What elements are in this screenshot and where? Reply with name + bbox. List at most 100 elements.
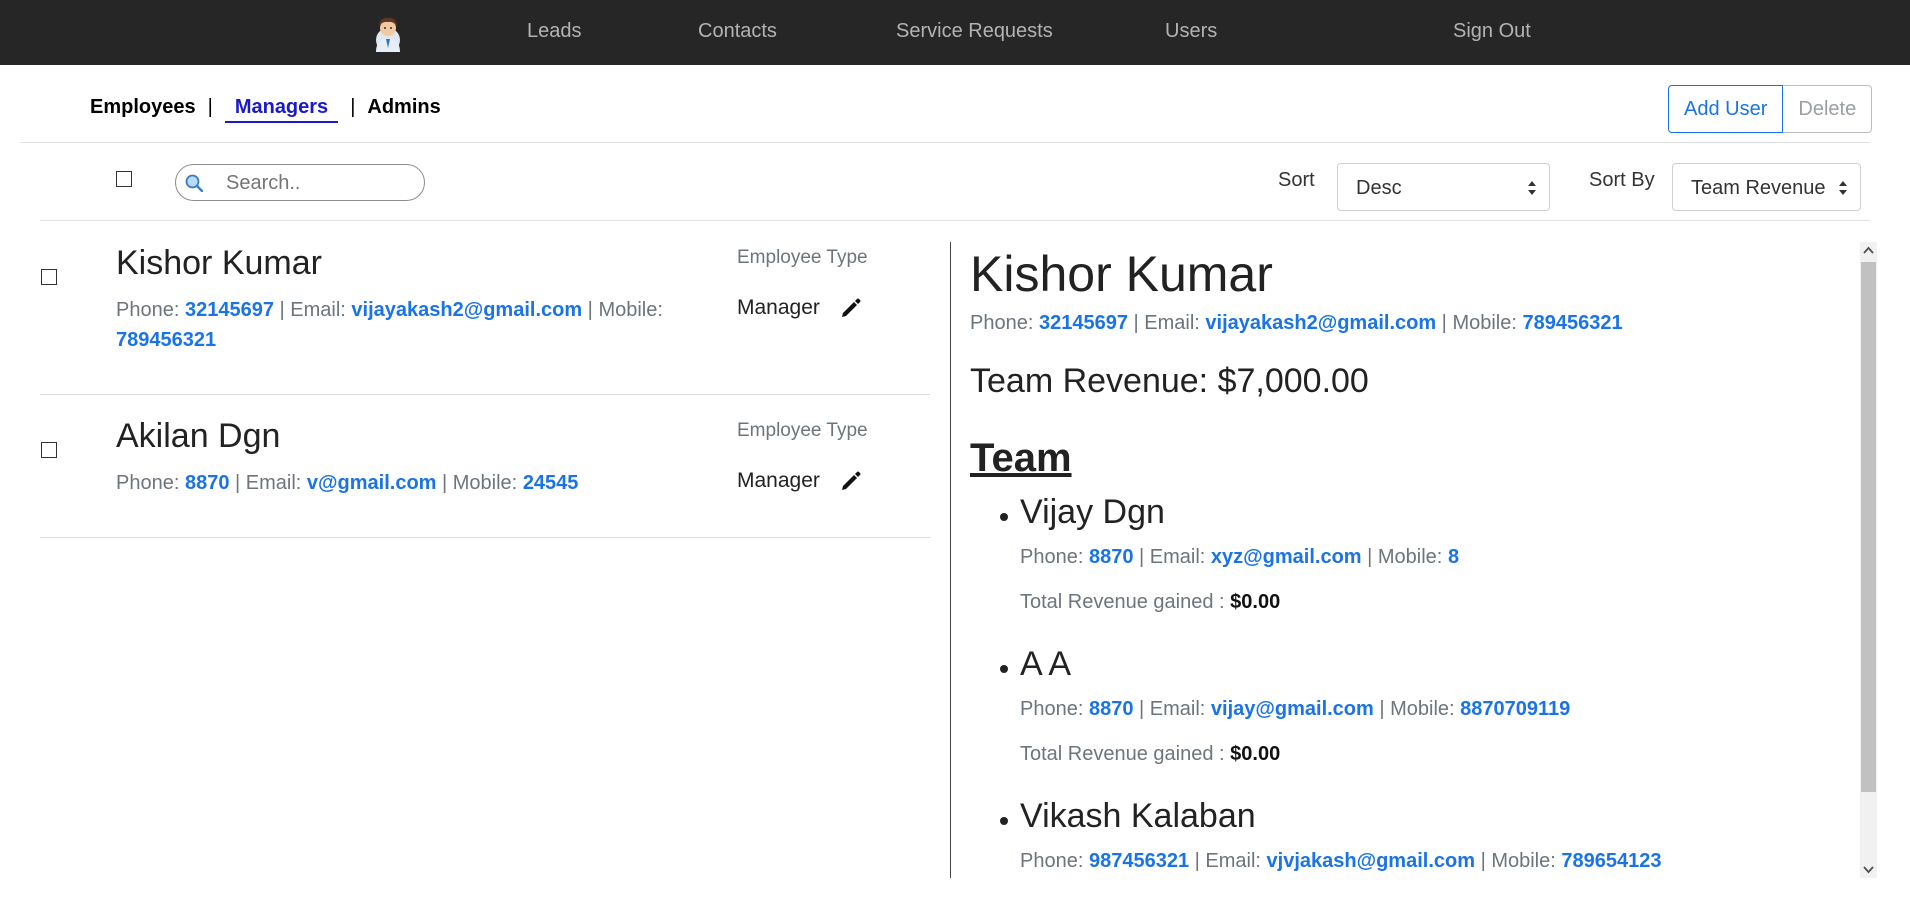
detail-name: Kishor Kumar	[970, 246, 1273, 302]
nav-contacts[interactable]: Contacts	[698, 20, 777, 43]
revenue-value: $0.00	[1230, 743, 1281, 765]
phone-label: Phone:	[1020, 850, 1084, 872]
revenue-value: $0.00	[1230, 591, 1281, 613]
email-label: Email:	[1144, 312, 1200, 334]
email-label: Email:	[245, 472, 302, 494]
list-item-name[interactable]: Akilan Dgn	[116, 417, 280, 456]
sort-by-select[interactable]: Team Revenue	[1672, 163, 1861, 211]
divider	[40, 537, 930, 538]
email-label: Email:	[1149, 546, 1206, 568]
nav-sign-out[interactable]: Sign Out	[1453, 20, 1531, 43]
team-member-name: A A	[1020, 645, 1072, 683]
revenue-label: Total Revenue gained :	[1020, 743, 1225, 765]
phone-value: 987456321	[1088, 850, 1190, 872]
phone-value: 32145697	[184, 299, 274, 321]
search-icon	[185, 174, 203, 192]
select-arrows-icon	[1528, 181, 1536, 195]
nav-service-requests[interactable]: Service Requests	[896, 20, 1053, 43]
search-box	[175, 164, 425, 201]
edit-pencil-icon[interactable]	[840, 297, 862, 319]
detail-scrollbar[interactable]	[1860, 242, 1877, 878]
scroll-up-arrow-icon[interactable]	[1860, 242, 1877, 260]
phone-label: Phone:	[1020, 698, 1084, 720]
delete-button[interactable]: Delete	[1783, 85, 1873, 133]
team-member-contact-info: Phone: 8870 | Email: vijay@gmail.com | M…	[1020, 698, 1571, 720]
email-value: vijayakash2@gmail.com	[1205, 312, 1437, 334]
email-value: xyz@gmail.com	[1210, 546, 1362, 568]
employee-type-value: Manager	[737, 296, 820, 319]
tab-managers[interactable]: Managers	[224, 96, 339, 123]
phone-value: 8870	[1088, 546, 1134, 568]
tab-employees[interactable]: Employees	[90, 96, 196, 119]
mobile-label: Mobile:	[598, 299, 663, 321]
mobile-label: Mobile:	[1452, 312, 1517, 334]
mobile-value: 789456321	[116, 329, 217, 351]
list-item-contact-info: Phone: 8870 | Email: v@gmail.com | Mobil…	[116, 472, 579, 494]
bullet	[1000, 513, 1008, 521]
team-member-name: Vijay Dgn	[1020, 493, 1165, 531]
mobile-label: Mobile:	[1377, 546, 1443, 568]
mobile-label: Mobile:	[1491, 850, 1556, 872]
user-avatar-icon[interactable]	[369, 12, 407, 52]
sort-order-select[interactable]: Desc	[1337, 163, 1550, 211]
row-checkbox[interactable]	[41, 269, 57, 285]
phone-label: Phone:	[970, 312, 1034, 334]
phone-value: 32145697	[1038, 312, 1128, 334]
team-member: Vikash Kalaban Phone: 987456321 | Email:…	[1000, 797, 1662, 873]
divider	[40, 220, 1870, 221]
select-arrows-icon	[1839, 181, 1847, 195]
bullet	[1000, 817, 1008, 825]
user-type-tabs: Employees | Managers | Admins	[90, 96, 441, 123]
search-input[interactable]	[226, 171, 406, 195]
add-user-button[interactable]: Add User	[1668, 85, 1784, 133]
team-heading: Team	[970, 436, 1072, 480]
mobile-value: 24545	[522, 472, 579, 494]
nav-leads[interactable]: Leads	[527, 20, 582, 43]
email-value: vijay@gmail.com	[1210, 698, 1374, 720]
email-label: Email:	[1149, 698, 1206, 720]
detail-contact-info: Phone: 32145697 | Email: vijayakash2@gma…	[970, 312, 1623, 334]
mobile-value: 789456321	[1522, 312, 1623, 334]
detail-panel: Kishor Kumar Phone: 32145697 | Email: vi…	[951, 242, 1858, 878]
email-value: vijayakash2@gmail.com	[351, 299, 583, 321]
scrollbar-thumb[interactable]	[1861, 262, 1876, 792]
user-action-buttons: Add User Delete	[1668, 85, 1873, 133]
sort-label: Sort	[1278, 169, 1315, 191]
mobile-value: 8	[1447, 546, 1460, 568]
select-all-checkbox[interactable]	[116, 171, 132, 187]
employee-type-label: Employee Type	[737, 247, 868, 268]
employee-type-label: Employee Type	[737, 420, 868, 441]
phone-label: Phone:	[116, 472, 180, 494]
team-revenue: Team Revenue: $7,000.00	[970, 362, 1369, 400]
sort-by-label: Sort By	[1589, 169, 1655, 191]
list-item-name[interactable]: Kishor Kumar	[116, 244, 322, 283]
top-navbar: Leads Contacts Service Requests Users Si…	[0, 0, 1910, 65]
row-checkbox[interactable]	[41, 442, 57, 458]
divider	[40, 394, 930, 395]
sort-order-value: Desc	[1356, 177, 1402, 199]
team-member-revenue: Total Revenue gained : $0.00	[1020, 591, 1459, 614]
bullet	[1000, 665, 1008, 673]
nav-users[interactable]: Users	[1165, 20, 1217, 43]
divider	[20, 142, 1870, 143]
phone-label: Phone:	[116, 299, 180, 321]
employee-type-value: Manager	[737, 469, 820, 492]
list-item-contact-info: Phone: 32145697 | Email: vijayakash2@gma…	[116, 299, 663, 351]
phone-value: 8870	[1088, 698, 1134, 720]
team-member-contact-info: Phone: 8870 | Email: xyz@gmail.com | Mob…	[1020, 546, 1460, 568]
tab-admins[interactable]: Admins	[367, 96, 440, 119]
tab-separator: |	[207, 96, 213, 118]
phone-value: 8870	[184, 472, 230, 494]
team-member-revenue: Total Revenue gained : $0.00	[1020, 743, 1570, 766]
revenue-label: Total Revenue gained :	[1020, 591, 1225, 613]
team-member: A A Phone: 8870 | Email: vijay@gmail.com…	[1000, 645, 1571, 766]
scroll-down-arrow-icon[interactable]	[1860, 860, 1877, 878]
edit-pencil-icon[interactable]	[840, 470, 862, 492]
mobile-value: 8870709119	[1460, 698, 1571, 720]
mobile-value: 789654123	[1561, 850, 1662, 872]
tab-separator: |	[350, 96, 356, 118]
email-label: Email:	[1205, 850, 1261, 872]
team-member-name: Vikash Kalaban	[1020, 797, 1256, 835]
email-label: Email:	[290, 299, 346, 321]
team-member-contact-info: Phone: 987456321 | Email: vjvjakash@gmai…	[1020, 850, 1662, 872]
